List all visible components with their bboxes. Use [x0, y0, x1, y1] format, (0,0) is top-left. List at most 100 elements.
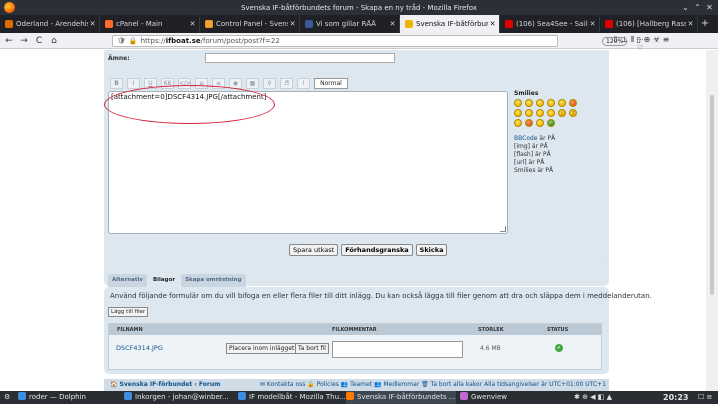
- italic-button[interactable]: I: [127, 77, 140, 89]
- attachments-description: Använd följande formulär om du vill bifo…: [110, 292, 652, 300]
- surprised-icon[interactable]: [525, 109, 533, 117]
- column-comment: FILKOMMENTAR: [332, 327, 377, 333]
- taskbar-item-thunderbird-inbox[interactable]: Inkorgen - johan@winber...: [124, 391, 229, 404]
- browser-tab-control-panel[interactable]: Control Panel - Svenska✕: [200, 15, 300, 33]
- shocked-icon[interactable]: [536, 109, 544, 117]
- wink-icon[interactable]: [525, 99, 533, 107]
- close-window-icon[interactable]: ✕: [704, 2, 715, 13]
- place-inline-button[interactable]: Placera inom inlägget: [226, 343, 298, 354]
- link-button[interactable]: ⚲: [263, 77, 276, 89]
- toolbar-icons[interactable]: ⇩ ⊥ ⫴ ▯ ⊕ ☣ ≡: [612, 35, 669, 45]
- column-size: STORLEK: [478, 327, 504, 333]
- save-draft-button[interactable]: Spara utkast: [289, 244, 339, 256]
- close-tab-icon[interactable]: ✕: [588, 20, 597, 28]
- url-bar[interactable]: 🛡 🔒 https://ifboat.se/forum/post/post?f=…: [112, 35, 644, 60]
- neutral-icon[interactable]: [536, 119, 544, 127]
- close-tab-icon[interactable]: ✕: [288, 20, 297, 28]
- subject-input[interactable]: [205, 53, 395, 63]
- bbcode-status: BBCode är PÅ: [514, 135, 556, 142]
- sad-icon[interactable]: [514, 109, 522, 117]
- new-tab-icon[interactable]: +: [698, 15, 712, 33]
- thunderbird-icon: [124, 392, 132, 400]
- file-comment-input[interactable]: [332, 341, 463, 358]
- taskbar-item-gwenview[interactable]: Gwenview: [460, 391, 507, 404]
- window-titlebar: Svenska IF-båtförbundets forum - Skapa e…: [0, 0, 718, 15]
- close-tab-icon[interactable]: ✕: [488, 20, 497, 28]
- footer-breadcrumb[interactable]: 🏠 Svenska IF-förbundet ‹ Forum: [110, 381, 220, 388]
- smilies-panel: Smilies ! ? BBCode är PÅ [img] är PÅ [fl…: [514, 90, 604, 175]
- submit-buttons-panel: Spara utkast Förhandsgranska Skicka: [104, 239, 609, 261]
- taskbar-item-thunderbird-mail[interactable]: IF modellbåt - Mozilla Thu...: [238, 391, 346, 404]
- url-prefix: https://: [140, 37, 166, 45]
- favicon-icon: [405, 20, 413, 28]
- browser-tab-oderland[interactable]: Oderland - Ärendehisto✕: [0, 15, 100, 33]
- minimize-icon[interactable]: ⌄: [680, 2, 691, 13]
- browser-tab-cpanel[interactable]: cPanel - Main ✕: [100, 15, 200, 33]
- attachment-filename-link[interactable]: DSCF4314.JPG: [116, 344, 163, 352]
- font-size-select[interactable]: Normal: [314, 77, 348, 89]
- reload-icon[interactable]: C: [33, 35, 45, 47]
- annotation-circle: [104, 85, 275, 124]
- shield-icon[interactable]: 🛡: [117, 37, 126, 45]
- taskbar-item-firefox[interactable]: Svenska IF-båtförbundets ...: [346, 391, 456, 404]
- preview-button[interactable]: Förhandsgranska: [341, 244, 413, 256]
- close-tab-icon[interactable]: ✕: [388, 20, 397, 28]
- delete-file-button[interactable]: Ta bort fil: [295, 343, 329, 354]
- smile-icon[interactable]: [514, 99, 522, 107]
- idea-icon[interactable]: [514, 119, 522, 127]
- show-desktop-icon[interactable]: ☐ ≡: [698, 391, 712, 404]
- favicon-icon: [305, 20, 313, 28]
- footer-links[interactable]: ✉ Kontakta oss 🔒 Policies 👥 Teamet 👥 Med…: [260, 381, 606, 388]
- forward-icon[interactable]: →: [18, 35, 30, 47]
- firefox-icon: [346, 392, 354, 400]
- grin-icon[interactable]: [536, 99, 544, 107]
- page-scrollbar[interactable]: [706, 50, 718, 391]
- resize-handle[interactable]: [500, 226, 506, 232]
- forum-footer: 🏠 Svenska IF-förbundet ‹ Forum ✉ Kontakt…: [104, 379, 609, 391]
- close-tab-icon[interactable]: ✕: [88, 20, 97, 28]
- close-tab-icon[interactable]: ✕: [188, 20, 197, 28]
- app-launcher-icon[interactable]: ⚙: [4, 391, 10, 404]
- laugh-icon[interactable]: [547, 99, 555, 107]
- happy-icon[interactable]: [558, 99, 566, 107]
- url-status: [url] är PÅ: [514, 159, 545, 166]
- home-icon[interactable]: ⌂: [48, 35, 60, 47]
- question-icon[interactable]: ?: [569, 109, 577, 117]
- add-files-button[interactable]: Lägg till filer: [108, 307, 149, 317]
- url-path: /forum/post/post?f=22: [200, 37, 280, 45]
- img-status: [img] är PÅ: [514, 143, 548, 150]
- alien-icon[interactable]: [547, 119, 555, 127]
- arrow-icon[interactable]: [525, 119, 533, 127]
- maximize-icon[interactable]: ⌃: [692, 2, 703, 13]
- column-status: STATUS: [547, 327, 569, 333]
- browser-tab-youtube-hallberg[interactable]: (106) [Hallberg Rassy] ✕: [600, 15, 698, 33]
- taskbar: ⚙ roder — Dolphin Inkorgen - johan@winbe…: [0, 391, 718, 404]
- clock[interactable]: 20:23: [663, 391, 688, 404]
- system-tray[interactable]: ✱ ⊕ ◀ ◧ ▲: [574, 391, 612, 404]
- back-icon[interactable]: ←: [3, 35, 15, 47]
- image-button[interactable]: ▦: [246, 77, 259, 89]
- tab-poll[interactable]: Skapa omröstning: [181, 274, 246, 287]
- color-button[interactable]: !: [297, 77, 310, 89]
- flash-button[interactable]: ♬: [280, 77, 293, 89]
- lock-icon[interactable]: 🔒: [129, 37, 138, 45]
- bold-button[interactable]: B: [110, 77, 123, 89]
- table-row: DSCF4314.JPG Placera inom inlägget Ta bo…: [109, 335, 601, 369]
- url-host: ifboat.se: [165, 37, 201, 45]
- close-tab-icon[interactable]: ✕: [686, 20, 695, 28]
- cool-icon[interactable]: [547, 109, 555, 117]
- taskbar-item-dolphin[interactable]: roder — Dolphin: [18, 391, 86, 404]
- bbcode-link[interactable]: BBCode: [514, 135, 538, 142]
- browser-tab-forum-active[interactable]: Svenska IF-båtförbunde✕: [400, 15, 500, 33]
- exclaim-icon[interactable]: !: [558, 109, 566, 117]
- scrollbar-thumb[interactable]: [710, 95, 714, 295]
- browser-tab-youtube-sea4see[interactable]: (106) Sea4See - Sailing✕: [500, 15, 600, 33]
- file-size: 4.6 MB: [480, 345, 501, 352]
- mad-icon[interactable]: [569, 99, 577, 107]
- submit-button[interactable]: Skicka: [415, 244, 448, 256]
- browser-tab-facebook[interactable]: Vi som gillar RÅÅ ✕: [300, 15, 400, 33]
- tab-attachments[interactable]: Bilagor: [148, 274, 180, 287]
- attachments-panel: Använd följande formulär om du vill bifo…: [104, 287, 652, 374]
- flash-status: [flash] är PÅ: [514, 151, 551, 158]
- tab-options[interactable]: Alternativ: [108, 274, 147, 287]
